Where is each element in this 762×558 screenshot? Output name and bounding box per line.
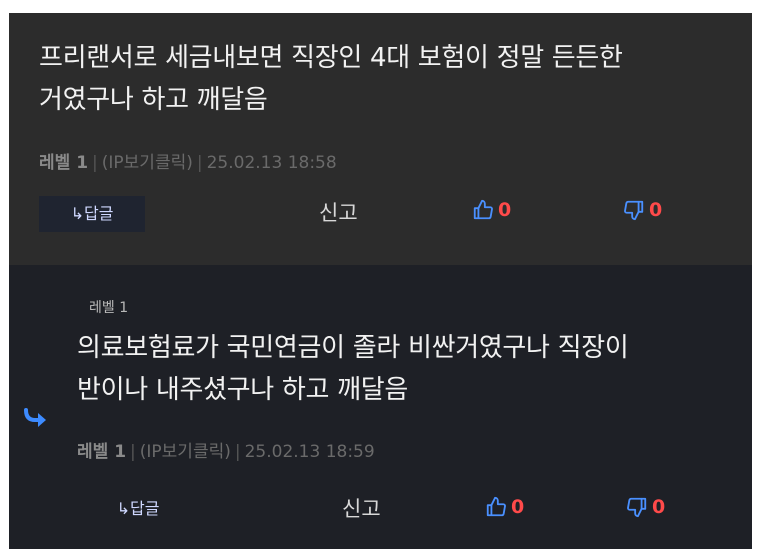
comment-date: 25.02.13 18:59 — [244, 442, 375, 462]
thumbs-up-icon — [473, 199, 493, 220]
comment-text-line: 반이나 내주셨구나 하고 깨달음 — [77, 375, 408, 405]
thumbs-down-icon — [624, 200, 644, 221]
upvote-count: 0 — [498, 199, 512, 221]
downvote-button[interactable]: 0 — [623, 199, 662, 221]
user-level: 레벨 1 — [39, 153, 89, 173]
downvote-count: 0 — [649, 199, 663, 221]
comment: 프리랜서로 세금내보면 직장인 4대 보험이 정말 든든한 거였구나 하고 깨달… — [9, 13, 752, 265]
user-level-tag: 레벨 1 — [89, 300, 129, 316]
comment-text: 프리랜서로 세금내보면 직장인 4대 보험이 정말 든든한 거였구나 하고 깨달… — [39, 37, 623, 121]
user-level: 레벨 1 — [77, 442, 127, 462]
reply-comment: 레벨 1 의료보험료가 국민연금이 졸라 비싼거였구나 직장이 반이나 내주셨구… — [9, 265, 752, 549]
reply-button[interactable]: ↳답글 — [39, 196, 145, 232]
comment-text-line: 프리랜서로 세금내보면 직장인 4대 보험이 정말 든든한 — [39, 43, 623, 73]
upvote-button[interactable]: 0 — [485, 496, 524, 518]
ip-toggle[interactable]: (IP보기클릭) — [140, 442, 231, 462]
comment-meta: 레벨 1 | (IP보기클릭) | 25.02.13 18:58 — [39, 153, 337, 173]
thumbs-down-icon — [627, 497, 647, 518]
comment-text-line: 거였구나 하고 깨달음 — [39, 85, 268, 115]
upvote-button[interactable]: 0 — [472, 199, 511, 221]
ip-toggle[interactable]: (IP보기클릭) — [102, 153, 193, 173]
report-button[interactable]: 신고 — [342, 493, 381, 523]
comment-text: 의료보험료가 국민연금이 졸라 비싼거였구나 직장이 반이나 내주셨구나 하고 … — [77, 327, 629, 411]
thumbs-up-icon — [486, 496, 506, 517]
report-button[interactable]: 신고 — [319, 197, 358, 227]
comment-thread: 프리랜서로 세금내보면 직장인 4대 보험이 정말 든든한 거였구나 하고 깨달… — [9, 13, 752, 549]
comment-meta: 레벨 1 | (IP보기클릭) | 25.02.13 18:59 — [77, 442, 375, 462]
comment-date: 25.02.13 18:58 — [206, 153, 337, 173]
reply-button[interactable]: ↳답글 — [83, 491, 193, 527]
downvote-button[interactable]: 0 — [626, 496, 665, 518]
reply-arrow-icon — [24, 408, 46, 427]
downvote-count: 0 — [652, 496, 666, 518]
upvote-count: 0 — [511, 496, 525, 518]
comment-text-line: 의료보험료가 국민연금이 졸라 비싼거였구나 직장이 — [77, 333, 629, 363]
